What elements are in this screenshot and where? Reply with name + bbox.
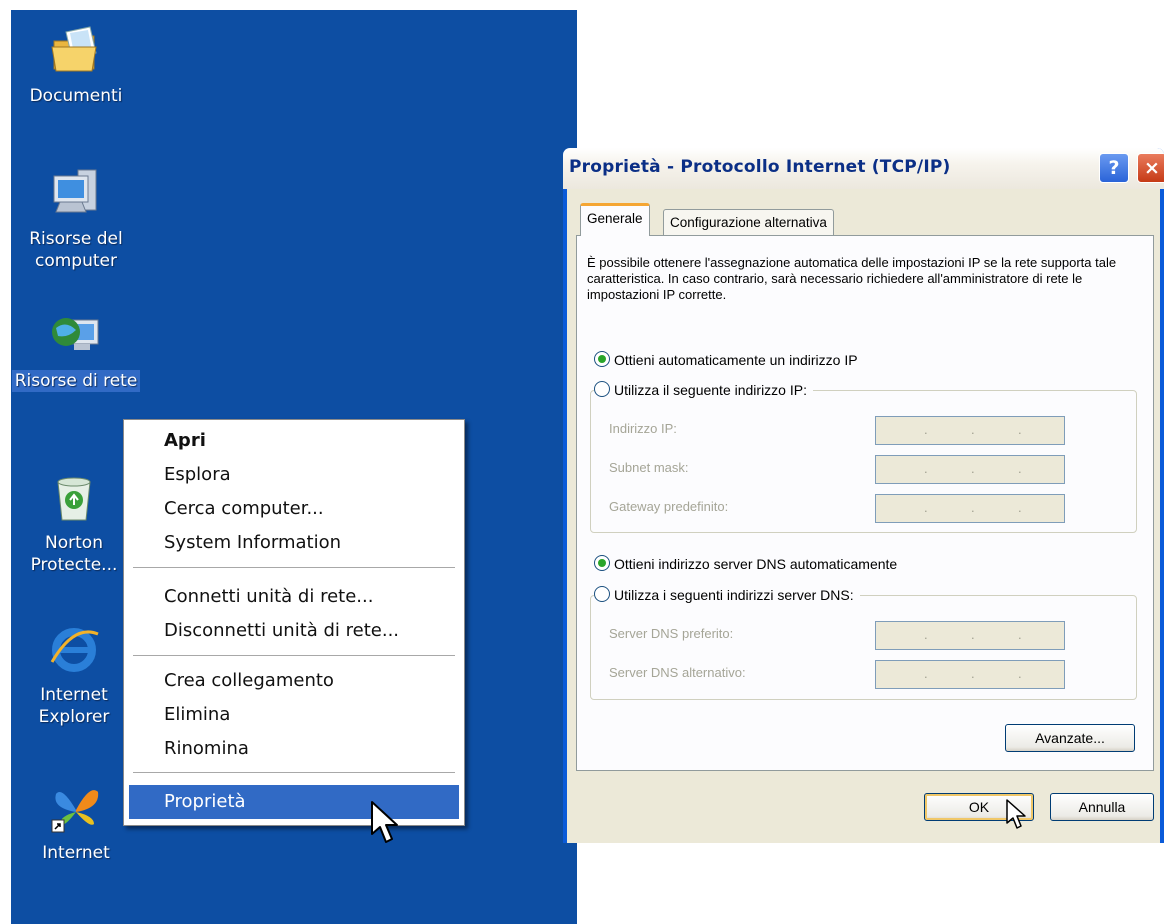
description-text: È possibile ottenere l'assegnazione auto…	[587, 255, 1117, 302]
ip-dot: .	[1018, 500, 1022, 515]
ip-dot: .	[971, 627, 975, 642]
tcpip-properties-dialog: Proprietà - Protocollo Internet (TCP/IP)…	[563, 148, 1164, 843]
gateway-label: Gateway predefinito:	[609, 499, 729, 514]
desktop-icon-documenti[interactable]: Documenti	[11, 23, 141, 107]
tab-configurazione-alternativa[interactable]: Configurazione alternativa	[663, 209, 834, 236]
advanced-button[interactable]: Avanzate...	[1005, 724, 1135, 752]
tab-generale[interactable]: Generale	[580, 203, 650, 236]
recycle-bin-icon	[46, 470, 102, 526]
help-button[interactable]: ?	[1099, 153, 1129, 183]
menu-separator	[133, 567, 455, 568]
my-documents-folder-icon	[48, 23, 104, 79]
cancel-button[interactable]: Annulla	[1050, 793, 1154, 821]
ip-address-field[interactable]: ...	[875, 416, 1065, 445]
ip-manual-radio[interactable]: Utilizza il seguente indirizzo IP:	[594, 380, 813, 400]
ip-dot: .	[924, 422, 928, 437]
subnet-mask-field[interactable]: ...	[875, 455, 1065, 484]
network-places-icon	[48, 308, 104, 364]
desktop-icon-internet-explorer[interactable]: Internet Explorer	[11, 622, 137, 728]
msn-butterfly-shortcut-icon	[48, 780, 104, 836]
tab-panel-generale: È possibile ottenere l'assegnazione auto…	[576, 235, 1154, 771]
dialog-body: Generale Configurazione alternativa È po…	[567, 189, 1160, 843]
desktop-icon-internet[interactable]: Internet	[11, 780, 141, 864]
ip-address-label: Indirizzo IP:	[609, 421, 677, 436]
menu-item-system-information[interactable]: System Information	[129, 526, 459, 560]
radio-unselected-icon	[594, 381, 610, 397]
alternate-dns-field[interactable]: ...	[875, 660, 1065, 689]
mouse-cursor-icon	[370, 800, 400, 850]
desktop-icon-label: Internet	[42, 843, 110, 863]
ip-dot: .	[1018, 422, 1022, 437]
alternate-dns-label: Server DNS alternativo:	[609, 665, 746, 680]
context-menu: Apri Esplora Cerca computer... System In…	[123, 419, 465, 826]
mouse-cursor-icon	[1006, 799, 1028, 835]
menu-item-cerca-computer[interactable]: Cerca computer...	[129, 492, 459, 526]
menu-separator	[133, 655, 455, 656]
desktop-icon-label: Risorse di rete	[11, 370, 141, 392]
radio-selected-icon	[594, 351, 610, 367]
desktop-icon-label: Documenti	[29, 86, 123, 106]
subnet-mask-label: Subnet mask:	[609, 460, 689, 475]
internet-explorer-icon	[46, 622, 102, 678]
gateway-field[interactable]: ...	[875, 494, 1065, 523]
close-button[interactable]: ×	[1137, 153, 1164, 183]
dialog-title: Proprietà - Protocollo Internet (TCP/IP)	[569, 157, 951, 177]
ip-dot: .	[971, 500, 975, 515]
ip-dot: .	[971, 461, 975, 476]
dialog-titlebar[interactable]: Proprietà - Protocollo Internet (TCP/IP)…	[563, 148, 1164, 189]
ip-dot: .	[1018, 627, 1022, 642]
desktop-icon-risorse-del-computer[interactable]: Risorse del computer	[11, 166, 141, 272]
ip-dot: .	[924, 627, 928, 642]
desktop: Documenti Risorse del computer Risorse d…	[11, 10, 577, 924]
ip-dot: .	[924, 461, 928, 476]
dns-auto-radio[interactable]: Ottieni indirizzo server DNS automaticam…	[594, 554, 897, 574]
menu-item-apri[interactable]: Apri	[129, 424, 459, 458]
ip-dot: .	[1018, 666, 1022, 681]
ip-dot: .	[971, 422, 975, 437]
my-computer-icon	[48, 166, 104, 222]
menu-item-elimina[interactable]: Elimina	[129, 698, 459, 732]
preferred-dns-label: Server DNS preferito:	[609, 626, 734, 641]
ip-manual-label: Utilizza il seguente indirizzo IP:	[614, 382, 807, 398]
radio-unselected-icon	[594, 586, 610, 602]
ip-dot: .	[924, 666, 928, 681]
desktop-icon-risorse-di-rete[interactable]: Risorse di rete	[11, 308, 141, 392]
ip-dot: .	[924, 500, 928, 515]
ip-dot: .	[971, 666, 975, 681]
menu-separator	[133, 772, 455, 773]
dns-auto-label: Ottieni indirizzo server DNS automaticam…	[614, 556, 898, 572]
ip-auto-radio[interactable]: Ottieni automaticamente un indirizzo IP	[594, 350, 858, 370]
ip-dot: .	[1018, 461, 1022, 476]
menu-item-proprieta[interactable]: Proprietà	[129, 785, 459, 819]
menu-item-rinomina[interactable]: Rinomina	[129, 732, 459, 766]
desktop-icon-label: Risorse del computer	[29, 229, 123, 271]
desktop-icon-label: Internet Explorer	[38, 685, 110, 727]
dns-manual-radio[interactable]: Utilizza i seguenti indirizzi server DNS…	[594, 585, 860, 605]
menu-item-connetti-unita[interactable]: Connetti unità di rete...	[129, 580, 459, 614]
menu-item-disconnetti-unita[interactable]: Disconnetti unità di rete...	[129, 614, 459, 648]
radio-selected-icon	[594, 555, 610, 571]
desktop-icon-norton[interactable]: Norton Protecte...	[11, 470, 137, 576]
ip-auto-label: Ottieni automaticamente un indirizzo IP	[614, 352, 858, 368]
desktop-icon-label: Norton Protecte...	[30, 533, 118, 575]
menu-item-crea-collegamento[interactable]: Crea collegamento	[129, 664, 459, 698]
preferred-dns-field[interactable]: ...	[875, 621, 1065, 650]
dns-manual-label: Utilizza i seguenti indirizzi server DNS…	[614, 587, 854, 603]
menu-item-esplora[interactable]: Esplora	[129, 458, 459, 492]
